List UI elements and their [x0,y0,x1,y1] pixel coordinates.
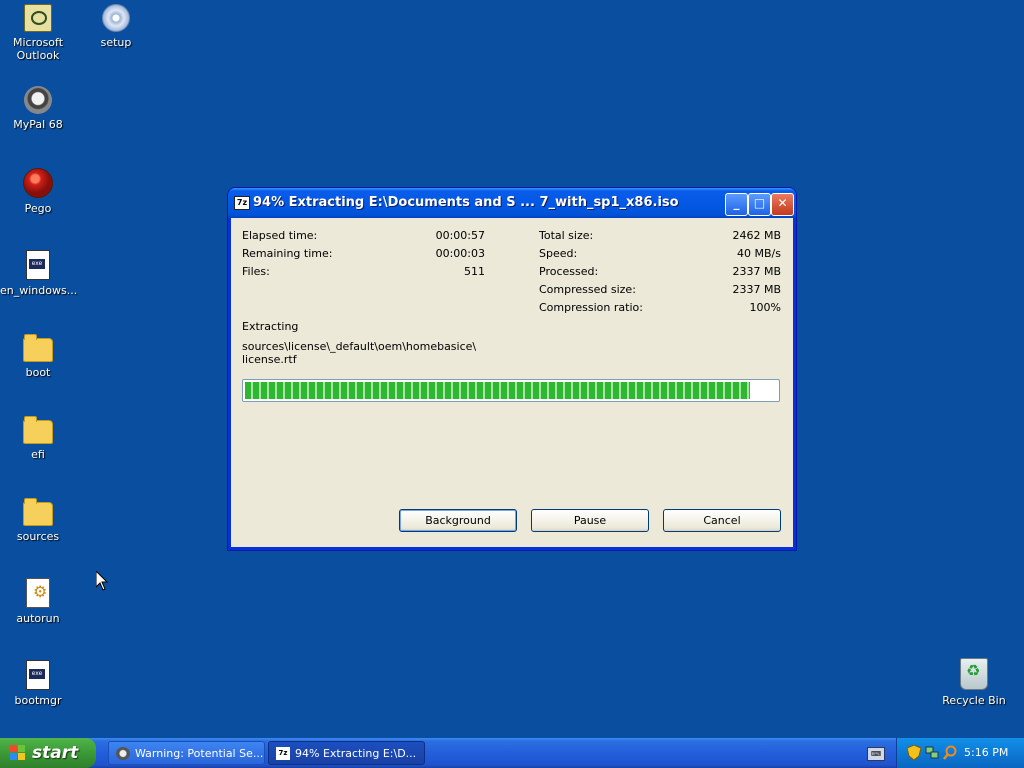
close-button[interactable]: ✕ [771,193,794,216]
taskbar-button-label: 94% Extracting E:\D... [295,747,417,760]
compression-ratio-label: Compression ratio: [539,301,643,314]
outlook-icon [24,4,52,32]
compression-ratio-value: 100% [749,301,781,314]
cd-setup-icon [102,4,130,32]
desktop-icon-label: boot [25,366,51,379]
extraction-progress-bar [242,379,780,402]
elapsed-time-value: 00:00:57 [435,229,485,242]
executable-file-icon [26,660,50,690]
cancel-button[interactable]: Cancel [663,509,781,532]
current-file-name: license.rtf [242,353,297,366]
taskbar-clock[interactable]: 5:16 PM [964,738,1008,768]
taskbar-button-extracting[interactable]: 7z 94% Extracting E:\D... [268,741,425,765]
desktop-icon-label: Microsoft Outlook [12,36,64,62]
elapsed-time-label: Elapsed time: [242,229,318,242]
processed-value: 2337 MB [732,265,781,278]
desktop-icon-setup[interactable]: setup [78,4,154,49]
desktop-icon-recycle-bin[interactable]: Recycle Bin [936,658,1012,707]
speed-value: 40 MB/s [737,247,781,260]
extraction-progress-window: 7z 94% Extracting E:\Documents and S ...… [228,188,796,550]
compressed-size-label: Compressed size: [539,283,636,296]
desktop-icon-label: setup [100,36,132,49]
pause-button[interactable]: Pause [531,509,649,532]
mypal-icon [116,747,130,760]
remaining-time-label: Remaining time: [242,247,333,260]
desktop-icon-label: efi [31,448,45,461]
search-icon[interactable] [943,745,957,760]
windows-logo-icon [10,745,26,761]
desktop-icon-label: en_windows... [0,284,78,297]
window-title: 94% Extracting E:\Documents and S ... 7_… [253,195,679,210]
7zip-app-icon: 7z [234,196,250,210]
start-label: start [32,743,79,763]
remaining-time-value: 00:00:03 [435,247,485,260]
maximize-button[interactable]: □ [748,193,771,216]
mypal-icon [24,86,52,114]
files-value: 511 [464,265,485,278]
system-tray: 5:16 PM [896,738,1024,768]
folder-icon [23,334,53,362]
recycle-bin-icon [960,658,988,690]
window-client-area: Elapsed time: 00:00:57 Remaining time: 0… [231,218,793,547]
desktop-icon-autorun[interactable]: autorun [0,578,76,625]
keyboard-language-icon[interactable]: ⌨ [867,747,885,761]
folder-icon [23,416,53,444]
desktop-icon-label: autorun [16,612,60,625]
taskbar-button-label: Warning: Potential Se... [135,747,264,760]
progress-bar-fill [245,382,750,399]
total-size-label: Total size: [539,229,594,242]
desktop-icon-en-windows[interactable]: en_windows... [0,250,78,297]
start-button[interactable]: start [0,738,96,768]
7zip-app-icon: 7z [276,747,290,760]
autorun-icon [26,578,50,608]
compressed-size-value: 2337 MB [732,283,781,296]
desktop-icon-efi[interactable]: efi [0,414,76,461]
pego-icon [23,168,53,198]
files-label: Files: [242,265,270,278]
processed-label: Processed: [539,265,599,278]
executable-file-icon [26,250,50,280]
title-bar[interactable]: 7z 94% Extracting E:\Documents and S ...… [228,188,796,218]
desktop-icon-label: bootmgr [14,694,62,707]
security-shield-icon[interactable] [906,744,922,761]
taskbar: start Warning: Potential Se... 7z 94% Ex… [0,738,1024,768]
desktop-icon-label: Pego [24,202,52,215]
total-size-value: 2462 MB [732,229,781,242]
current-file-path: sources\license\_default\oem\homebasice\ [242,340,477,353]
desktop-icon-label: MyPal 68 [13,118,63,131]
desktop-icon-mypal[interactable]: MyPal 68 [0,86,76,131]
folder-icon [23,498,53,526]
desktop: MicrosoftOutlook setup MyPal 68 Pego en_… [0,0,1024,738]
desktop-icon-sources[interactable]: sources [0,496,76,543]
desktop-icon-boot[interactable]: boot [0,332,76,379]
desktop-icon-label: Recycle Bin [942,694,1006,707]
desktop-icon-bootmgr[interactable]: bootmgr [0,660,76,707]
background-button[interactable]: Background [399,509,517,532]
desktop-icon-label: sources [16,530,60,543]
desktop-icon-microsoft-outlook[interactable]: Microsoft Outlook [0,4,76,62]
desktop-icon-pego[interactable]: Pego [0,168,76,215]
network-icon[interactable] [925,745,939,760]
taskbar-button-warning[interactable]: Warning: Potential Se... [108,741,265,765]
operation-label: Extracting [242,320,299,333]
minimize-button[interactable]: _ [725,193,748,216]
speed-label: Speed: [539,247,578,260]
